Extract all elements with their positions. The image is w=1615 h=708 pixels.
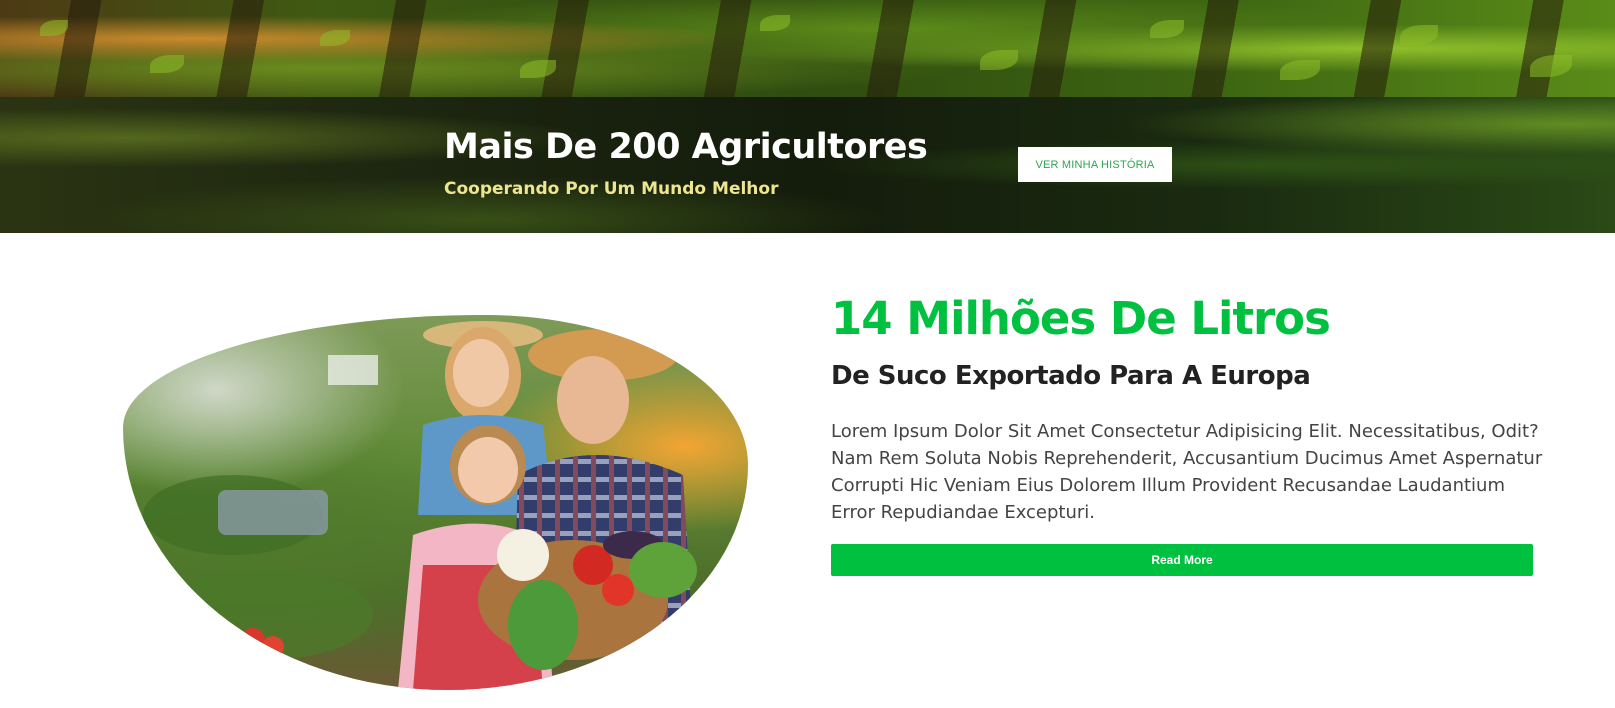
leaf-shape (1280, 60, 1320, 80)
leaf-shape (1530, 55, 1572, 77)
leaf-shape (1400, 25, 1438, 45)
banner-title: Mais De 200 Agricultores (444, 127, 928, 167)
leaf-shape (150, 55, 184, 73)
crop-field-photo (0, 0, 1615, 97)
farmers-banner: Mais De 200 Agricultores Cooperando Por … (0, 97, 1615, 233)
read-more-button[interactable]: Read More (831, 544, 1533, 576)
leaf-shape (40, 20, 68, 36)
leaf-shape (980, 50, 1018, 70)
feature-description: Lorem Ipsum Dolor Sit Amet Consectetur A… (831, 421, 1543, 523)
leaf-shape (760, 15, 790, 31)
leaf-shape (1150, 20, 1184, 38)
leaf-shape (520, 60, 556, 78)
my-story-button[interactable]: VER MINHA HISTÓRIA (1018, 147, 1172, 182)
leaf-shape (320, 30, 350, 46)
banner-subtitle: Cooperando Por Um Mundo Melhor (444, 179, 779, 199)
family-illustration (143, 321, 697, 690)
family-farmers-photo (123, 315, 748, 690)
liters-heading: 14 Milhões De Litros (831, 292, 1331, 345)
export-subheading: De Suco Exportado Para A Europa (831, 361, 1311, 391)
